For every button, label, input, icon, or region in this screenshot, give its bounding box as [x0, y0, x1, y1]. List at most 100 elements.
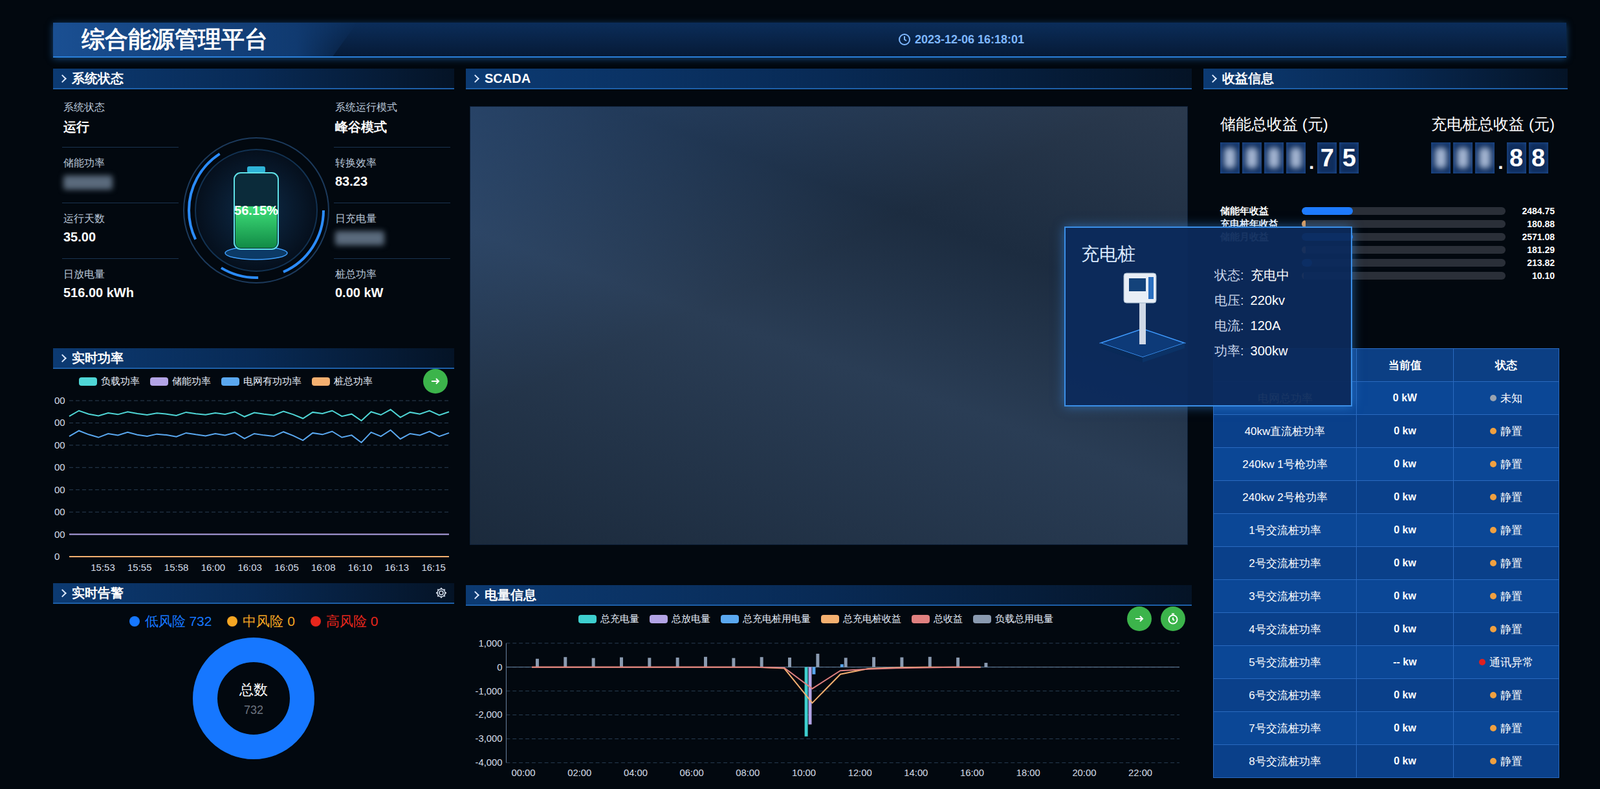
forward-button[interactable]: [1127, 606, 1152, 631]
section-header: 实时告警: [53, 582, 455, 604]
series-line: [69, 429, 450, 442]
energy-bar: [788, 657, 792, 668]
status-item: 桩总功率 0.00 kW: [333, 258, 451, 315]
y-tick: 00: [54, 461, 66, 473]
legend-item[interactable]: 总充电桩收益: [821, 612, 902, 625]
status-item: 系统运行模式 峰谷模式: [333, 91, 451, 148]
legend-item[interactable]: 总充电量: [578, 612, 640, 625]
x-tick: 02:00: [567, 767, 592, 778]
energy-bar: [619, 657, 624, 668]
masked-digit: [1453, 142, 1473, 174]
energy-bar: [928, 656, 932, 668]
energy-bar: [731, 657, 735, 668]
table-row[interactable]: 3号交流桩功率 0 kw 静置: [1213, 579, 1559, 613]
x-tick: 15:53: [90, 561, 116, 573]
x-tick: 16:08: [311, 561, 336, 573]
alarm-donut: 总数 732: [188, 633, 319, 763]
middle-column: SCADA 电量信息 总充电量总放电量总充电桩用电量总充电桩收益总收益负载总用电…: [465, 68, 1192, 783]
popup-field: 功率:300kw: [1214, 342, 1290, 360]
table-row[interactable]: 4号交流桩功率 0 kw 静置: [1213, 612, 1559, 646]
x-tick: 08:00: [735, 767, 760, 778]
left-column: 系统状态 系统状态 运行储能功率 运行天数 35.00日放电量 516.00 k…: [53, 68, 455, 783]
legend-item[interactable]: 总放电量: [649, 612, 711, 625]
x-tick: 22:00: [1128, 767, 1153, 778]
status-item: 储能功率: [62, 147, 179, 204]
series-line: [69, 555, 450, 558]
x-tick: 20:00: [1072, 767, 1096, 778]
gear-icon[interactable]: [434, 586, 448, 600]
digit: 8: [1528, 142, 1549, 174]
table-row[interactable]: 7号交流桩功率 0 kw 静置: [1213, 711, 1559, 745]
svg-text:总数: 总数: [238, 681, 268, 698]
forward-button[interactable]: [423, 368, 448, 394]
y-tick: 00: [54, 483, 66, 495]
table-row[interactable]: 5号交流桩功率 -- kw 通讯异常: [1213, 645, 1559, 679]
svg-text:732: 732: [243, 703, 264, 717]
legend-item[interactable]: 总收益: [911, 612, 963, 625]
series-line: [531, 667, 981, 703]
table-row[interactable]: 40kw直流桩功率 0 kw 静置: [1213, 414, 1559, 448]
y-tick: -1,000: [475, 685, 503, 697]
energy-bar: [647, 657, 651, 667]
table-row[interactable]: 2号交流桩功率 0 kw 静置: [1213, 546, 1559, 580]
realtime-power-panel: 实时功率 负载功率储能功率电网有功功率桩总功率 0000000000000001…: [53, 348, 455, 578]
table-row[interactable]: 1号交流桩功率 0 kw 静置: [1213, 513, 1559, 547]
status-item: 运行天数 35.00: [62, 203, 179, 259]
popup-field: 状态:充电中: [1214, 266, 1290, 285]
chart-legend: 负载功率储能功率电网有功功率桩总功率: [78, 375, 424, 388]
alarm-legend-item[interactable]: 高风险 0: [310, 611, 379, 631]
alarm-legend-item[interactable]: 低风险 732: [129, 611, 213, 631]
legend-item[interactable]: 负载功率: [78, 375, 140, 388]
legend-item[interactable]: 桩总功率: [311, 375, 373, 388]
legend-item[interactable]: 总充电桩用电量: [720, 612, 811, 625]
digit: 7: [1317, 142, 1337, 174]
x-tick: 15:55: [127, 561, 153, 573]
masked-digit: [1475, 142, 1495, 174]
legend-item[interactable]: 储能功率: [150, 375, 211, 388]
revenue-total: 充电桩总收益 (元) .88: [1431, 113, 1555, 174]
energy-bar: [804, 667, 809, 737]
status-item: 日放电量 516.00 kWh: [62, 258, 179, 315]
legend-item[interactable]: 负载总用电量: [973, 612, 1054, 625]
x-tick: 16:03: [237, 561, 263, 573]
energy-bar: [808, 667, 812, 725]
masked-digit: [1286, 142, 1306, 174]
series-line: [531, 667, 981, 689]
x-tick: 14:00: [903, 767, 928, 778]
status-item: 转换效率 83.23: [333, 147, 451, 204]
y-tick: 0: [496, 661, 503, 673]
clock-icon: [1166, 612, 1180, 625]
energy-bar: [760, 656, 764, 668]
x-tick: 16:15: [421, 561, 446, 573]
energy-bar: [984, 662, 988, 668]
timer-button[interactable]: [1160, 606, 1186, 631]
legend-item[interactable]: 电网有功功率: [221, 375, 302, 388]
section-header: 实时功率: [53, 348, 455, 369]
energy-bar: [844, 657, 848, 667]
chart-legend: 总充电量总放电量总充电桩用电量总充电桩收益总收益负载总用电量: [504, 612, 1128, 625]
x-tick: 06:00: [679, 767, 704, 778]
energy-bar: [840, 663, 844, 667]
alarm-legend-item[interactable]: 中风险 0: [227, 611, 296, 631]
x-tick: 15:58: [164, 561, 189, 573]
section-header: 收益信息: [1203, 68, 1568, 90]
platform-title: 综合能源管理平台: [53, 22, 358, 57]
status-items-right: 系统运行模式 峰谷模式转换效率 83.23日充电量 桩总功率 0.00 kW: [333, 91, 451, 329]
status-items-left: 系统状态 运行储能功率 运行天数 35.00日放电量 516.00 kWh: [62, 91, 179, 329]
x-tick: 16:05: [274, 561, 299, 573]
realtime-power-chart: 00000000000000015:5315:5515:5816:0016:03…: [53, 393, 455, 578]
table-row[interactable]: 240kw 2号枪功率 0 kw 静置: [1213, 480, 1559, 514]
system-status-panel: 系统状态 系统状态 运行储能功率 运行天数 35.00日放电量 516.00 k…: [53, 68, 455, 329]
top-bar: 综合能源管理平台 2023-12-06 16:18:01: [53, 22, 1567, 58]
series-line: [69, 409, 450, 421]
x-tick: 16:10: [348, 561, 373, 573]
table-row[interactable]: 8号交流桩功率 0 kw 静置: [1213, 744, 1559, 778]
table-row[interactable]: 6号交流桩功率 0 kw 静置: [1213, 678, 1559, 712]
x-tick: 16:00: [960, 767, 985, 778]
revenue-bar-row: 储能年收益 2484.75: [1220, 204, 1555, 218]
table-row[interactable]: 240kw 1号枪功率 0 kw 静置: [1213, 447, 1559, 481]
x-tick: 04:00: [623, 767, 648, 778]
masked-digit: [1431, 142, 1451, 174]
masked-digit: [1242, 142, 1262, 174]
section-header: 系统状态: [53, 68, 455, 90]
